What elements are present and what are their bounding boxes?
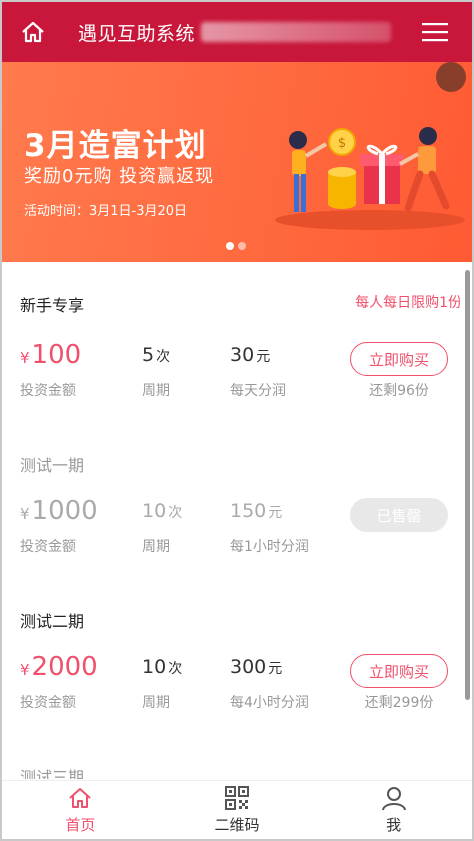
buy-button[interactable]: 立即购买 xyxy=(350,654,448,688)
payout-value: 30 元 xyxy=(230,344,271,366)
tab-home[interactable]: 首页 xyxy=(2,781,159,839)
sold-out-button: 已售罄 xyxy=(350,498,448,532)
user-icon xyxy=(381,787,406,811)
cycle-value: 10 次 xyxy=(142,500,183,522)
top-header: 遇见互助系统 xyxy=(2,2,472,62)
qrcode-icon xyxy=(225,786,249,810)
scrollbar[interactable] xyxy=(465,270,470,700)
tab-me[interactable]: 我 xyxy=(315,781,472,839)
banner-subline: 奖励0元购 投资赢返现 xyxy=(24,166,215,187)
banner-dot[interactable] xyxy=(238,242,246,250)
buy-button[interactable]: 立即购买 xyxy=(350,342,448,376)
payout-label: 每天分润 xyxy=(230,383,286,399)
payout-value: 300 元 xyxy=(230,656,283,678)
bottom-tab-bar: 首页 二维码 我 xyxy=(2,780,472,839)
cycle-label: 周期 xyxy=(142,383,170,399)
product-title: 测试二期 xyxy=(20,612,85,631)
product-card-newbie: 新手专享 每人每日限购1份 ¥100 5次 30 元 立即购买 投资金额 周期 每… xyxy=(20,292,460,399)
app-title: 遇见互助系统 xyxy=(78,22,196,45)
tab-me-label: 我 xyxy=(386,816,402,834)
product-card-phase3: 测试三期 xyxy=(20,764,460,779)
banner-period: 活动时间：3月1日-3月20日 xyxy=(24,204,188,219)
investment-amount: ¥100 xyxy=(20,340,82,370)
product-card-phase2: 测试二期 ¥2000 10 次 300 元 立即购买 投资金额 周期 每4小时分润 … xyxy=(20,608,460,711)
remaining-count: 还剩299份 xyxy=(364,695,434,711)
product-title: 测试三期 xyxy=(20,768,85,779)
svg-text:$: $ xyxy=(338,136,346,151)
investment-amount: ¥1000 xyxy=(20,496,98,526)
menu-icon[interactable] xyxy=(422,22,448,42)
investment-amount: ¥2000 xyxy=(20,652,98,682)
tab-home-label: 首页 xyxy=(65,816,96,834)
payout-value: 150 元 xyxy=(230,500,283,522)
product-card-phase1: 测试一期 ¥1000 10 次 150 元 已售罄 投资金额 周期 每1小时分润 xyxy=(20,452,460,555)
cycle-value: 10 次 xyxy=(142,656,183,678)
product-list[interactable]: 新手专享 每人每日限购1份 ¥100 5次 30 元 立即购买 投资金额 周期 每… xyxy=(2,262,460,779)
purchase-limit: 每人每日限购1份 xyxy=(355,295,460,311)
promo-banner[interactable]: 3月造富计划 奖励0元购 投资赢返现 活动时间：3月1日-3月20日 $ xyxy=(2,62,472,262)
tab-qrcode[interactable]: 二维码 xyxy=(159,781,316,839)
home-icon xyxy=(69,788,91,808)
floating-dot[interactable] xyxy=(436,62,466,92)
banner-dot-active[interactable] xyxy=(226,242,234,250)
banner-illustration: $ xyxy=(275,127,465,230)
cycle-label: 周期 xyxy=(142,695,170,711)
cycle-value: 5次 xyxy=(142,344,171,366)
remaining-count: 还剩96份 xyxy=(369,383,429,399)
amount-label: 投资金额 xyxy=(20,539,76,555)
blurred-title-suffix xyxy=(201,22,392,42)
product-title: 测试一期 xyxy=(20,456,85,475)
amount-label: 投资金额 xyxy=(20,695,76,711)
cycle-label: 周期 xyxy=(142,539,170,555)
payout-label: 每1小时分润 xyxy=(230,539,309,555)
payout-label: 每4小时分润 xyxy=(230,695,309,711)
tab-qrcode-label: 二维码 xyxy=(214,816,260,834)
home-icon[interactable] xyxy=(18,17,48,47)
amount-label: 投资金额 xyxy=(20,383,76,399)
banner-headline: 3月造富计划 xyxy=(24,128,207,164)
